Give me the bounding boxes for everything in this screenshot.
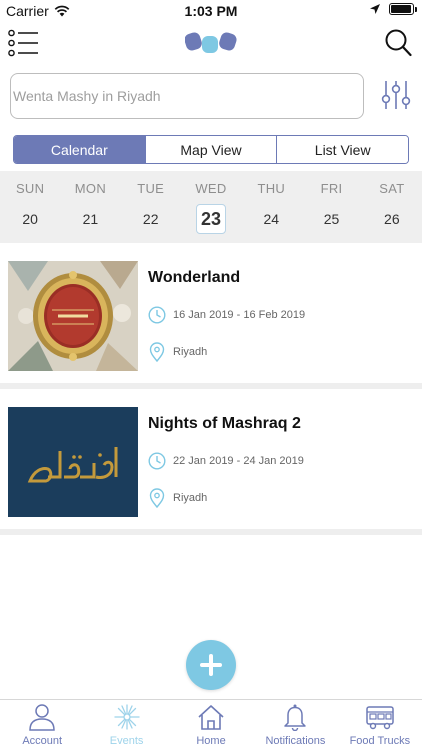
day-name: THU [257, 181, 286, 196]
tab-bar: Account Events Home Notifications Food T… [0, 699, 422, 750]
view-switcher: Calendar Map View List View [13, 135, 409, 164]
day-name: TUE [137, 181, 165, 196]
food-truck-icon [366, 706, 394, 730]
day-thu[interactable]: THU 24 [241, 171, 301, 243]
day-name: MON [74, 181, 107, 196]
event-title: Wonderland [148, 269, 241, 286]
search-input[interactable] [10, 73, 364, 119]
bell-icon [284, 704, 307, 731]
day-name: FRI [320, 181, 343, 196]
nav-bar [0, 24, 422, 64]
events-icon [113, 704, 140, 730]
status-right [369, 3, 417, 15]
day-number: 26 [384, 211, 400, 227]
day-sat[interactable]: SAT 26 [362, 171, 422, 243]
week-strip: SUN 20 MON 21 TUE 22 WED 23 THU 24 FRI 2… [0, 171, 422, 243]
event-list: Wonderland 16 Jan 2019 - 16 Feb 2019 Riy… [0, 243, 422, 535]
tab-label: Notifications [265, 735, 326, 747]
wonderland-poster [8, 261, 138, 371]
event-location: Riyadh [173, 492, 208, 504]
day-tue[interactable]: TUE 22 [121, 171, 181, 243]
status-bar: Carrier 1:03 PM [0, 0, 422, 22]
app-logo [185, 32, 237, 53]
battery-icon [389, 3, 417, 15]
account-icon [29, 704, 55, 731]
tab-account[interactable]: Account [0, 700, 84, 750]
clock-icon [148, 306, 166, 324]
event-date-row: 16 Jan 2019 - 16 Feb 2019 [148, 306, 305, 324]
clock: 1:03 PM [184, 3, 238, 19]
tab-events[interactable]: Events [84, 700, 168, 750]
event-location: Riyadh [173, 346, 208, 358]
mashraq-poster [8, 407, 138, 517]
event-date-row: 22 Jan 2019 - 24 Jan 2019 [148, 452, 304, 470]
day-name: SAT [379, 181, 405, 196]
day-number: 24 [263, 211, 280, 227]
tab-notifications[interactable]: Notifications [253, 700, 337, 750]
event-card[interactable]: Wonderland 16 Jan 2019 - 16 Feb 2019 Riy… [0, 243, 422, 383]
event-location-row: Riyadh [148, 488, 207, 508]
day-number: 23 [195, 204, 226, 234]
add-event-button[interactable] [186, 640, 236, 690]
day-number: 25 [323, 211, 340, 227]
plus-icon [200, 654, 222, 676]
home-icon [198, 705, 224, 730]
list-icon[interactable] [8, 29, 40, 57]
day-name: SUN [15, 181, 45, 196]
tab-list-view[interactable]: List View [277, 136, 408, 163]
day-number: 21 [82, 211, 99, 227]
day-number: 22 [142, 211, 159, 227]
tab-map-view[interactable]: Map View [145, 136, 278, 163]
divider [0, 529, 422, 535]
tab-label: Home [196, 735, 226, 747]
tab-home[interactable]: Home [169, 700, 253, 750]
tab-label: Account [22, 735, 63, 747]
tab-label: Food Trucks [349, 735, 411, 747]
location-arrow-icon [370, 4, 380, 14]
filter-sliders-icon[interactable] [380, 79, 412, 111]
day-mon[interactable]: MON 21 [60, 171, 120, 243]
event-card[interactable]: Nights of Mashraq 2 22 Jan 2019 - 24 Jan… [0, 389, 422, 529]
clock-icon [148, 452, 166, 470]
day-fri[interactable]: FRI 25 [301, 171, 361, 243]
tab-label: Events [109, 735, 144, 747]
event-dates: 22 Jan 2019 - 24 Jan 2019 [173, 455, 304, 467]
location-pin-icon [149, 488, 165, 508]
location-pin-icon [149, 342, 165, 362]
event-dates: 16 Jan 2019 - 16 Feb 2019 [173, 309, 306, 321]
tab-food-trucks[interactable]: Food Trucks [338, 700, 422, 750]
event-title: Nights of Mashraq 2 [148, 415, 301, 432]
search-row [10, 73, 412, 119]
day-sun[interactable]: SUN 20 [0, 171, 60, 243]
battery-fill [391, 5, 411, 13]
day-number: 20 [22, 211, 38, 227]
day-name: WED [195, 181, 227, 196]
event-location-row: Riyadh [148, 342, 207, 362]
search-icon[interactable] [384, 28, 412, 58]
day-wed-selected[interactable]: WED 23 [181, 171, 241, 243]
tab-calendar[interactable]: Calendar [14, 136, 146, 163]
